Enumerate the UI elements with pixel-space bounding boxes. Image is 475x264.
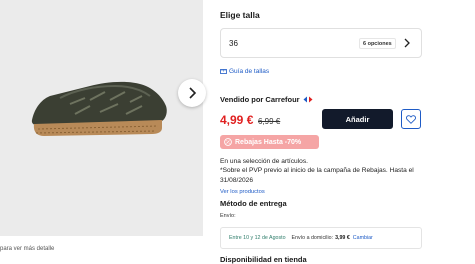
- delivery-date-range: Entre 10 y 12 de Agosto: [229, 235, 286, 241]
- sale-badge-label: Rebajas Hasta -70%: [235, 138, 302, 146]
- delivery-title: Método de entrega: [220, 199, 287, 208]
- size-selector[interactable]: 36 6 opciones: [220, 28, 422, 58]
- carrefour-logo-icon: [303, 96, 313, 103]
- sale-line-1: En una selección de artículos.: [220, 158, 308, 165]
- add-to-cart-button[interactable]: Añadir: [322, 109, 393, 129]
- shipping-label: Envío:: [220, 213, 236, 219]
- size-guide-label: Guía de tallas: [229, 68, 270, 75]
- next-image-button[interactable]: [178, 79, 206, 107]
- sale-line-2: *Sobre el PVP previo al inicio de la cam…: [220, 167, 414, 184]
- product-gallery: para ver más detalle: [0, 0, 206, 264]
- chevron-right-icon: [404, 38, 410, 48]
- chevron-right-icon: [189, 87, 197, 99]
- zoom-hint: para ver más detalle: [0, 246, 55, 252]
- home-delivery-label: Envío a domicilio:: [291, 235, 334, 241]
- ruler-icon: [220, 69, 227, 74]
- discount-icon: [224, 138, 232, 146]
- seller-label: Vendido por Carrefour: [220, 95, 300, 104]
- favorite-button[interactable]: [401, 109, 421, 129]
- previous-price: 6,99 €: [258, 117, 281, 126]
- size-guide-link[interactable]: Guía de tallas: [220, 68, 269, 75]
- current-price: 4,99 €: [220, 113, 254, 127]
- sale-conditions: En una selección de artículos. *Sobre el…: [220, 157, 422, 185]
- espadrille-image: [31, 81, 167, 136]
- sale-badge: Rebajas Hasta -70%: [220, 135, 319, 149]
- view-products-link[interactable]: Ver los productos: [220, 189, 265, 195]
- change-delivery-link[interactable]: Cambiar: [353, 235, 373, 241]
- home-delivery-price: 3,99 €: [335, 235, 350, 241]
- selected-size: 36: [229, 39, 238, 48]
- product-image[interactable]: [0, 0, 203, 236]
- size-options-badge: 6 opciones: [359, 38, 396, 49]
- shipping-option: Entre 10 y 12 de Agosto Envío a domicili…: [220, 227, 422, 249]
- store-availability-title: Disponibilidad en tienda: [220, 255, 307, 264]
- seller-info: Vendido por Carrefour: [220, 95, 313, 104]
- heart-icon: [406, 114, 416, 124]
- size-title: Elige talla: [220, 10, 260, 20]
